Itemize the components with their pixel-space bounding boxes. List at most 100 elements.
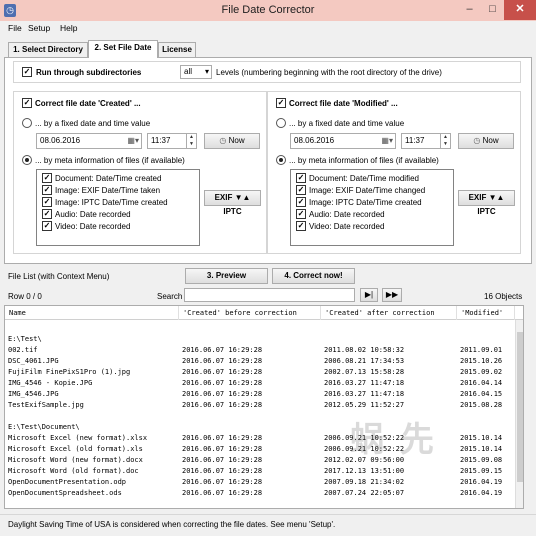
table-header: Name 'Created' before correction 'Create… xyxy=(5,306,523,320)
cell-mod: 2016.04.19 xyxy=(460,489,503,497)
modified-meta-check-3[interactable]: ✓ xyxy=(296,209,306,219)
created-meta-radio[interactable] xyxy=(22,155,32,165)
close-button[interactable]: ✕ xyxy=(504,0,536,20)
scrollbar-thumb[interactable] xyxy=(517,332,523,482)
time-spinner[interactable]: ▲ ▼ xyxy=(440,134,450,148)
modified-meta-check-4[interactable]: ✓ xyxy=(296,221,306,231)
modified-time-input[interactable]: 11:37 ▲ ▼ xyxy=(401,133,451,149)
tab-license[interactable]: License xyxy=(158,42,196,57)
correct-now-button[interactable]: 4. Correct now! xyxy=(272,268,355,284)
object-count: 16 Objects xyxy=(484,292,523,301)
cell-before: 2016.06.07 16:29:28 xyxy=(182,401,263,409)
group-path: E:\Test\Document\ xyxy=(8,423,80,431)
modified-meta-check-1[interactable]: ✓ xyxy=(296,185,306,195)
subdirectories-label: Run through subdirectories xyxy=(36,68,142,77)
modified-meta-check-0[interactable]: ✓ xyxy=(296,173,306,183)
modified-checkbox[interactable]: ✓ xyxy=(276,98,286,108)
search-input[interactable] xyxy=(184,288,355,302)
menu-help[interactable]: Help xyxy=(60,23,77,33)
column-header-modified[interactable]: 'Modified' xyxy=(457,306,515,320)
created-time-input[interactable]: 11:37 ▲ ▼ xyxy=(147,133,197,149)
created-meta-check-4[interactable]: ✓ xyxy=(42,221,52,231)
cell-name: Microsoft Excel (old format).xls xyxy=(8,445,143,453)
menu-file[interactable]: File xyxy=(8,23,22,33)
table-row[interactable]: FujiFilm FinePixS1Pro (1).jpg 2016.06.07 … xyxy=(5,367,513,378)
created-meta-label: ... by meta information of files (if ava… xyxy=(35,156,185,165)
created-meta-check-1[interactable]: ✓ xyxy=(42,185,52,195)
list-item: Image: IPTC Date/Time created xyxy=(309,198,422,207)
modified-meta-radio[interactable] xyxy=(276,155,286,165)
subdirectories-checkbox[interactable]: ✓ xyxy=(22,67,32,77)
cell-before: 2016.06.07 16:29:28 xyxy=(182,346,263,354)
table-row[interactable]: OpenDocumentSpreadsheet.ods 2016.06.07 16… xyxy=(5,488,513,499)
created-date-input[interactable]: 08.06.2016 ▦▾ xyxy=(36,133,142,149)
cell-after: 2002.07.13 15:58:28 xyxy=(324,368,405,376)
created-checkbox[interactable]: ✓ xyxy=(22,98,32,108)
created-fixed-radio[interactable] xyxy=(22,118,32,128)
column-header-name[interactable]: Name xyxy=(5,306,179,320)
cell-after: 2016.03.27 11:47:18 xyxy=(324,379,405,387)
list-item: Document: Date/Time created xyxy=(55,174,162,183)
table-group-row[interactable]: E:\Test\ xyxy=(5,334,513,345)
modified-fixed-radio[interactable] xyxy=(276,118,286,128)
search-next-button[interactable]: ▶| xyxy=(360,288,378,302)
modified-meta-check-2[interactable]: ✓ xyxy=(296,197,306,207)
cell-after: 2011.08.02 10:58:32 xyxy=(324,346,405,354)
table-row[interactable]: OpenDocumentPresentation.odp 2016.06.07 1… xyxy=(5,477,513,488)
cell-before: 2016.06.07 16:29:28 xyxy=(182,489,263,497)
modified-meta-list: ✓ Document: Date/Time modified ✓ Image: … xyxy=(290,169,454,246)
cell-name: OpenDocumentPresentation.odp xyxy=(8,478,127,486)
cell-before: 2016.06.07 16:29:28 xyxy=(182,379,263,387)
minimize-button[interactable]: – xyxy=(458,0,481,20)
table-row[interactable]: TestExifSample.jpg 2016.06.07 16:29:28 201… xyxy=(5,400,513,411)
created-meta-check-0[interactable]: ✓ xyxy=(42,173,52,183)
cell-before: 2016.06.07 16:29:28 xyxy=(182,390,263,398)
calendar-icon[interactable]: ▦▾ xyxy=(127,134,139,148)
menu-setup[interactable]: Setup xyxy=(28,23,50,33)
fast-forward-icon: ▶▶ xyxy=(385,290,399,299)
table-row[interactable]: IMG_4546.JPG 2016.06.07 16:29:28 2016.03.2… xyxy=(5,389,513,400)
tab-set-file-date[interactable]: 2. Set File Date xyxy=(88,40,158,58)
file-table: Name 'Created' before correction 'Create… xyxy=(4,305,524,509)
cell-name: Microsoft Word (new format).docx xyxy=(8,456,143,464)
modified-now-button[interactable]: ◷ Now xyxy=(458,133,514,149)
table-row-spacer xyxy=(5,323,513,334)
column-header-created-after[interactable]: 'Created' after correction xyxy=(321,306,457,320)
search-all-button[interactable]: ▶▶ xyxy=(382,288,402,302)
time-spinner[interactable]: ▲ ▼ xyxy=(186,134,196,148)
tab-select-directory[interactable]: 1. Select Directory xyxy=(8,42,88,57)
window-title: File Date Corrector xyxy=(221,4,315,16)
table-row[interactable]: 002.tif 2016.06.07 16:29:28 2011.08.02 10:… xyxy=(5,345,513,356)
created-meta-check-2[interactable]: ✓ xyxy=(42,197,52,207)
levels-select-value: all xyxy=(184,67,193,76)
list-item: Audio: Date recorded xyxy=(55,210,131,219)
levels-select[interactable]: all ▾ xyxy=(180,65,212,79)
vertical-scrollbar[interactable] xyxy=(515,320,523,508)
cell-name: 002.tif xyxy=(8,346,38,354)
cell-name: TestExifSample.jpg xyxy=(8,401,84,409)
cell-mod: 2016.04.19 xyxy=(460,478,503,486)
cell-name: FujiFilm FinePixS1Pro (1).jpg xyxy=(8,368,131,376)
modified-date-input[interactable]: 08.06.2016 ▦▾ xyxy=(290,133,396,149)
table-row[interactable]: DSC_4061.JPG 2016.06.07 16:29:28 2006.08.2… xyxy=(5,356,513,367)
search-label: Search xyxy=(157,292,183,301)
created-group: ✓ Correct file date 'Created' ... ... by… xyxy=(13,91,267,254)
preview-button[interactable]: 3. Preview xyxy=(185,268,268,284)
levels-text: Levels (numbering beginning with the roo… xyxy=(216,68,442,77)
status-bar: Daylight Saving Time of USA is considere… xyxy=(0,514,536,536)
cell-name: Microsoft Excel (new format).xlsx xyxy=(8,434,148,442)
cell-name: DSC_4061.JPG xyxy=(8,357,59,365)
created-exif-iptc-button[interactable]: EXIF ▼▲ IPTC xyxy=(204,190,261,216)
modified-exif-iptc-button[interactable]: EXIF ▼▲ IPTC xyxy=(458,190,515,216)
maximize-button[interactable]: □ xyxy=(481,0,504,20)
column-header-created-before[interactable]: 'Created' before correction xyxy=(179,306,321,320)
table-row[interactable]: IMG_4546 - Kopie.JPG 2016.06.07 16:29:28 2… xyxy=(5,378,513,389)
list-item: Image: EXIF Date/Time taken xyxy=(55,186,161,195)
subdirectories-group: ✓ Run through subdirectories all ▾ Level… xyxy=(13,61,521,83)
created-meta-check-3[interactable]: ✓ xyxy=(42,209,52,219)
created-now-button[interactable]: ◷ Now xyxy=(204,133,260,149)
calendar-icon[interactable]: ▦▾ xyxy=(381,134,393,148)
cell-before: 2016.06.07 16:29:28 xyxy=(182,368,263,376)
status-text: Daylight Saving Time of USA is considere… xyxy=(8,520,336,529)
cell-name: IMG_4546.JPG xyxy=(8,390,59,398)
